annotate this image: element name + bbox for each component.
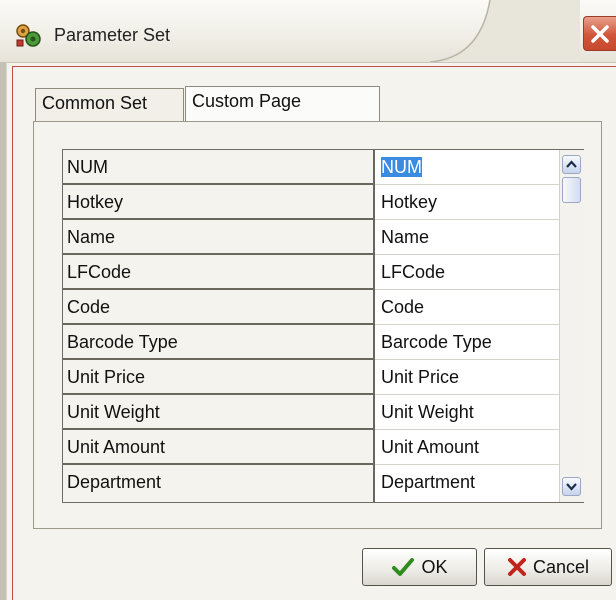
table-row[interactable]: Barcode Type Barcode Type xyxy=(63,325,583,360)
table-row[interactable]: LFCode LFCode xyxy=(63,255,583,290)
cancel-button[interactable]: Cancel xyxy=(484,548,612,586)
field-value-cell[interactable]: LFCode xyxy=(375,255,559,290)
checkmark-icon xyxy=(392,558,415,576)
selected-text: NUM xyxy=(381,157,422,177)
table-row[interactable]: Name Name xyxy=(63,220,583,255)
ok-button[interactable]: OK xyxy=(362,548,477,586)
field-name-cell: Department xyxy=(63,465,375,502)
field-name-cell: LFCode xyxy=(63,255,375,290)
chevron-up-icon xyxy=(566,160,577,168)
cancel-label: Cancel xyxy=(532,556,590,577)
table-row[interactable]: Code Code xyxy=(63,290,583,325)
field-value-cell[interactable]: NUM xyxy=(375,150,559,185)
field-name-cell: Hotkey xyxy=(63,185,375,220)
ok-label: OK xyxy=(421,556,448,577)
frame-accent-line xyxy=(12,66,616,67)
field-value-cell[interactable]: Department xyxy=(375,465,559,502)
field-name-cell: NUM xyxy=(63,150,375,185)
title-bar-decoration xyxy=(430,0,580,62)
field-value-cell[interactable]: Code xyxy=(375,290,559,325)
x-mark-icon xyxy=(507,558,526,576)
table-row[interactable]: Unit Price Unit Price xyxy=(63,360,583,395)
close-button[interactable] xyxy=(583,16,616,51)
field-name-cell: Unit Price xyxy=(63,360,375,395)
table-row[interactable]: Unit Amount Unit Amount xyxy=(63,430,583,465)
scrollbar-thumb[interactable] xyxy=(562,177,581,203)
field-name-cell: Code xyxy=(63,290,375,325)
chevron-down-icon xyxy=(566,483,577,491)
custom-field-grid: NUM NUM Hotkey Hotkey Name Name LFCode L… xyxy=(62,149,584,503)
close-icon xyxy=(591,25,609,43)
scroll-up-button[interactable] xyxy=(562,155,581,174)
tab-common-set[interactable]: Common Set xyxy=(35,88,184,121)
field-value-cell[interactable]: Barcode Type xyxy=(375,325,559,360)
field-name-cell: Unit Weight xyxy=(63,395,375,430)
window-title: Parameter Set xyxy=(54,25,171,45)
vertical-scrollbar[interactable] xyxy=(559,150,584,502)
table-row[interactable]: Hotkey Hotkey xyxy=(63,185,583,220)
field-value-cell[interactable]: Unit Weight xyxy=(375,395,559,430)
parameter-set-app-icon xyxy=(16,24,41,47)
field-name-cell: Barcode Type xyxy=(63,325,375,360)
scroll-down-button[interactable] xyxy=(562,477,581,496)
table-row[interactable]: NUM NUM xyxy=(63,150,583,185)
title-bar[interactable]: Parameter Set xyxy=(0,0,616,63)
window-frame-left xyxy=(0,62,7,600)
field-value-cell[interactable]: Hotkey xyxy=(375,185,559,220)
table-row[interactable]: Department Department xyxy=(63,465,583,502)
tab-custom-page[interactable]: Custom Page xyxy=(185,86,380,122)
field-value-cell[interactable]: Unit Price xyxy=(375,360,559,395)
frame-accent-line-vertical xyxy=(12,66,13,600)
field-name-cell: Name xyxy=(63,220,375,255)
parameter-set-dialog: Parameter Set Common Set Custom Page NUM… xyxy=(0,0,616,600)
field-value-cell[interactable]: Name xyxy=(375,220,559,255)
field-name-cell: Unit Amount xyxy=(63,430,375,465)
table-row[interactable]: Unit Weight Unit Weight xyxy=(63,395,583,430)
field-value-cell[interactable]: Unit Amount xyxy=(375,430,559,465)
